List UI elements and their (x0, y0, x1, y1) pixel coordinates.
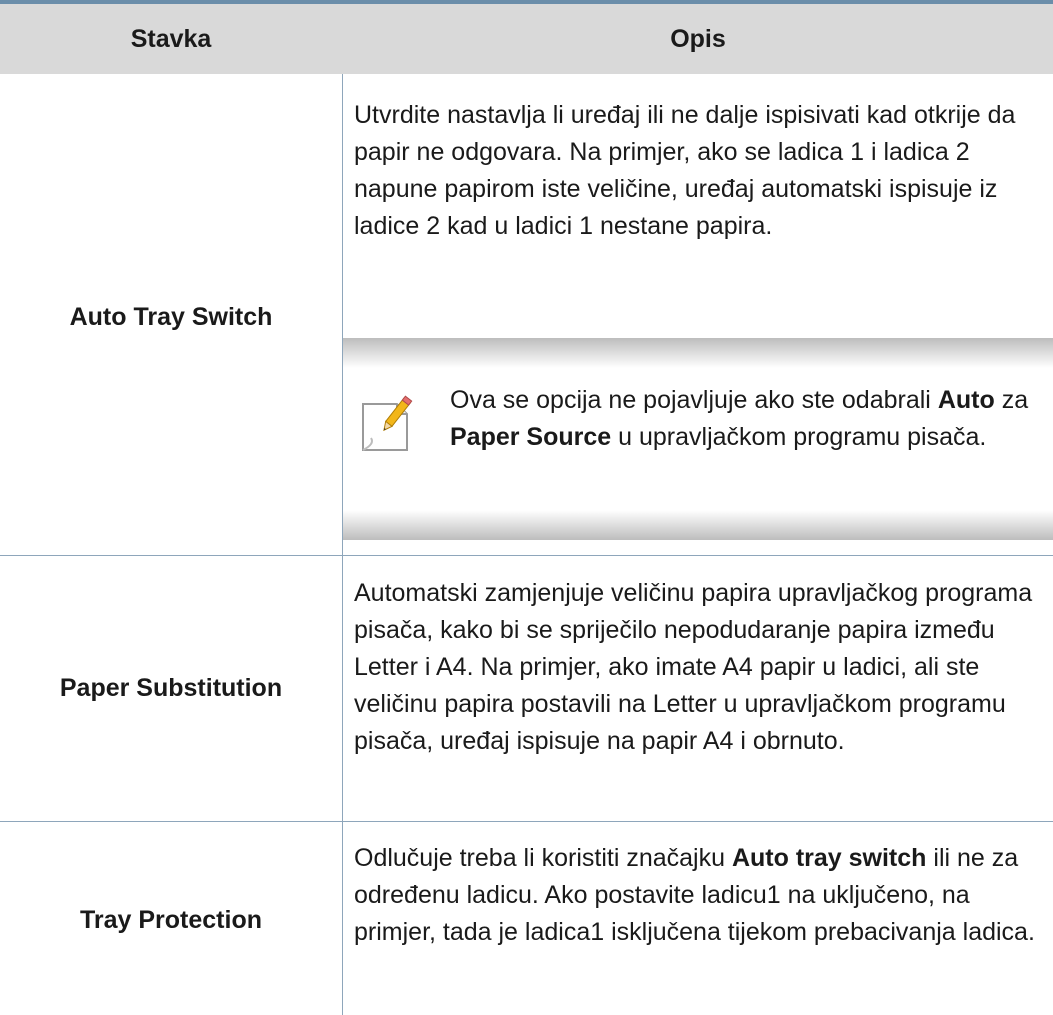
note-text-part2: za (1001, 386, 1029, 414)
note-text: Ova se opcija ne pojavljuje ako ste odab… (450, 382, 1050, 456)
column-divider (342, 74, 343, 1015)
note-text-part1: Ova se opcija ne pojavljuje ako ste odab… (450, 386, 931, 414)
row-item-paper-substitution: Paper Substitution (59, 674, 283, 702)
header-item: Stavka (130, 25, 212, 53)
tray-protection-part1: Odlučuje treba li koristiti značajku (354, 844, 725, 872)
row-item-auto-tray-switch: Auto Tray Switch (69, 303, 273, 331)
row-description-paper-substitution: Automatski zamjenjuje veličinu papira up… (354, 579, 1033, 755)
note-bold-auto: Auto (937, 386, 995, 414)
table-header: Stavka Opis (0, 4, 1053, 74)
row-divider (0, 821, 1053, 822)
row-description-auto-tray-switch: Utvrdite nastavlja li uređaj ili ne dalj… (354, 101, 1016, 240)
note-bold-paper-source: Paper Source (450, 423, 612, 451)
tray-protection-bold: Auto tray switch (731, 844, 927, 872)
note-text-part3: u upravljačkom programu pisača. (618, 423, 987, 451)
header-description: Opis (670, 25, 726, 53)
row-item-tray-protection: Tray Protection (80, 906, 262, 934)
row-description-tray-protection: Odlučuje treba li koristiti značajku Aut… (354, 840, 1044, 951)
note-bottom-band (343, 510, 1053, 540)
note-box: Ova se opcija ne pojavljuje ako ste odab… (343, 338, 1053, 540)
row-divider (0, 555, 1053, 556)
note-top-band (343, 338, 1053, 368)
note-pencil-icon (357, 394, 417, 458)
